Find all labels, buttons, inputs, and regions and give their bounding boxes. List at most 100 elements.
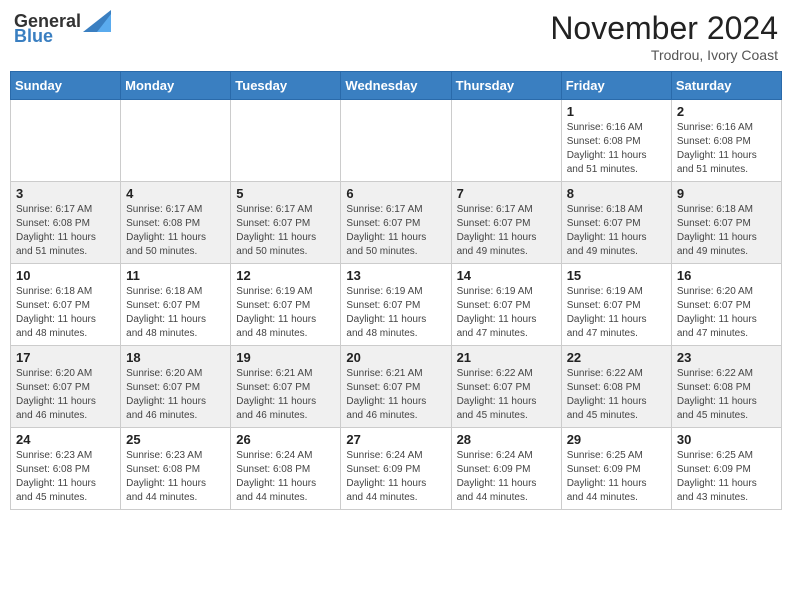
calendar-cell <box>121 100 231 182</box>
calendar-week-1: 1 Sunrise: 6:16 AM Sunset: 6:08 PM Daylig… <box>11 100 782 182</box>
calendar-cell: 23 Sunrise: 6:22 AM Sunset: 6:08 PM Dayli… <box>671 346 781 428</box>
calendar-week-5: 24 Sunrise: 6:23 AM Sunset: 6:08 PM Dayli… <box>11 428 782 510</box>
page-header: General Blue November 2024 Trodrou, Ivor… <box>10 10 782 63</box>
calendar-cell: 10Sunrise: 6:18 AM Sunset: 6:07 PM Dayli… <box>11 264 121 346</box>
calendar-cell: 20 Sunrise: 6:21 AM Sunset: 6:07 PM Dayli… <box>341 346 451 428</box>
calendar-cell: 2Sunrise: 6:16 AM Sunset: 6:08 PM Daylig… <box>671 100 781 182</box>
day-info: Sunrise: 6:17 AM Sunset: 6:07 PM Dayligh… <box>346 203 445 259</box>
day-info: Sunrise: 6:22 AM Sunset: 6:08 PM Dayligh… <box>567 367 666 423</box>
day-number: 8 <box>567 186 666 201</box>
day-info: Sunrise: 6:17 AM Sunset: 6:07 PM Dayligh… <box>236 203 335 259</box>
day-info: Sunrise: 6:21 AM Sunset: 6:07 PM Dayligh… <box>346 367 445 423</box>
day-number: 18 <box>126 350 225 365</box>
calendar-cell: 22 Sunrise: 6:22 AM Sunset: 6:08 PM Dayli… <box>561 346 671 428</box>
day-number: 28 <box>457 432 556 447</box>
day-info: Sunrise: 6:25 AM Sunset: 6:09 PM Dayligh… <box>567 449 666 505</box>
location: Trodrou, Ivory Coast <box>550 47 778 63</box>
col-sunday: Sunday <box>11 72 121 100</box>
day-info: Sunrise: 6:20 AM Sunset: 6:07 PM Dayligh… <box>677 285 776 341</box>
col-monday: Monday <box>121 72 231 100</box>
title-section: November 2024 Trodrou, Ivory Coast <box>550 10 778 63</box>
day-number: 11 <box>126 268 225 283</box>
logo-icon <box>83 10 111 32</box>
col-saturday: Saturday <box>671 72 781 100</box>
logo-blue: Blue <box>14 26 53 47</box>
calendar-cell: 4 Sunrise: 6:17 AM Sunset: 6:08 PM Daylig… <box>121 182 231 264</box>
day-info: Sunrise: 6:20 AM Sunset: 6:07 PM Dayligh… <box>16 367 115 423</box>
day-number: 5 <box>236 186 335 201</box>
day-info: Sunrise: 6:23 AM Sunset: 6:08 PM Dayligh… <box>126 449 225 505</box>
day-info: Sunrise: 6:22 AM Sunset: 6:08 PM Dayligh… <box>677 367 776 423</box>
calendar-cell: 21Sunrise: 6:22 AM Sunset: 6:07 PM Dayli… <box>451 346 561 428</box>
col-wednesday: Wednesday <box>341 72 451 100</box>
calendar-cell: 15Sunrise: 6:19 AM Sunset: 6:07 PM Dayli… <box>561 264 671 346</box>
calendar-cell <box>231 100 341 182</box>
day-number: 20 <box>346 350 445 365</box>
day-info: Sunrise: 6:19 AM Sunset: 6:07 PM Dayligh… <box>567 285 666 341</box>
calendar-cell: 19Sunrise: 6:21 AM Sunset: 6:07 PM Dayli… <box>231 346 341 428</box>
day-info: Sunrise: 6:24 AM Sunset: 6:08 PM Dayligh… <box>236 449 335 505</box>
day-info: Sunrise: 6:23 AM Sunset: 6:08 PM Dayligh… <box>16 449 115 505</box>
calendar-cell: 12 Sunrise: 6:19 AM Sunset: 6:07 PM Dayli… <box>231 264 341 346</box>
calendar-cell: 30 Sunrise: 6:25 AM Sunset: 6:09 PM Dayli… <box>671 428 781 510</box>
calendar-cell: 29 Sunrise: 6:25 AM Sunset: 6:09 PM Dayli… <box>561 428 671 510</box>
day-number: 30 <box>677 432 776 447</box>
day-number: 4 <box>126 186 225 201</box>
calendar-week-4: 17 Sunrise: 6:20 AM Sunset: 6:07 PM Dayli… <box>11 346 782 428</box>
day-number: 10 <box>16 268 115 283</box>
calendar-cell: 1 Sunrise: 6:16 AM Sunset: 6:08 PM Daylig… <box>561 100 671 182</box>
day-number: 9 <box>677 186 776 201</box>
day-info: Sunrise: 6:21 AM Sunset: 6:07 PM Dayligh… <box>236 367 335 423</box>
day-number: 12 <box>236 268 335 283</box>
calendar-cell <box>11 100 121 182</box>
calendar-cell: 16 Sunrise: 6:20 AM Sunset: 6:07 PM Dayli… <box>671 264 781 346</box>
day-number: 16 <box>677 268 776 283</box>
calendar-cell: 11Sunrise: 6:18 AM Sunset: 6:07 PM Dayli… <box>121 264 231 346</box>
day-number: 29 <box>567 432 666 447</box>
day-info: Sunrise: 6:17 AM Sunset: 6:07 PM Dayligh… <box>457 203 556 259</box>
calendar-cell: 18Sunrise: 6:20 AM Sunset: 6:07 PM Dayli… <box>121 346 231 428</box>
day-info: Sunrise: 6:16 AM Sunset: 6:08 PM Dayligh… <box>567 121 666 177</box>
calendar-week-3: 10Sunrise: 6:18 AM Sunset: 6:07 PM Dayli… <box>11 264 782 346</box>
calendar-week-2: 3 Sunrise: 6:17 AM Sunset: 6:08 PM Daylig… <box>11 182 782 264</box>
calendar-cell: 6 Sunrise: 6:17 AM Sunset: 6:07 PM Daylig… <box>341 182 451 264</box>
calendar-cell: 26 Sunrise: 6:24 AM Sunset: 6:08 PM Dayli… <box>231 428 341 510</box>
col-friday: Friday <box>561 72 671 100</box>
day-info: Sunrise: 6:25 AM Sunset: 6:09 PM Dayligh… <box>677 449 776 505</box>
calendar-cell: 24 Sunrise: 6:23 AM Sunset: 6:08 PM Dayli… <box>11 428 121 510</box>
calendar-cell <box>451 100 561 182</box>
calendar-cell: 17 Sunrise: 6:20 AM Sunset: 6:07 PM Dayli… <box>11 346 121 428</box>
day-number: 22 <box>567 350 666 365</box>
day-number: 3 <box>16 186 115 201</box>
day-number: 13 <box>346 268 445 283</box>
calendar-cell: 9Sunrise: 6:18 AM Sunset: 6:07 PM Daylig… <box>671 182 781 264</box>
day-info: Sunrise: 6:19 AM Sunset: 6:07 PM Dayligh… <box>457 285 556 341</box>
day-info: Sunrise: 6:19 AM Sunset: 6:07 PM Dayligh… <box>236 285 335 341</box>
calendar-cell: 27Sunrise: 6:24 AM Sunset: 6:09 PM Dayli… <box>341 428 451 510</box>
day-info: Sunrise: 6:17 AM Sunset: 6:08 PM Dayligh… <box>126 203 225 259</box>
day-number: 1 <box>567 104 666 119</box>
day-info: Sunrise: 6:17 AM Sunset: 6:08 PM Dayligh… <box>16 203 115 259</box>
day-info: Sunrise: 6:16 AM Sunset: 6:08 PM Dayligh… <box>677 121 776 177</box>
day-number: 14 <box>457 268 556 283</box>
day-info: Sunrise: 6:24 AM Sunset: 6:09 PM Dayligh… <box>346 449 445 505</box>
calendar-cell: 14 Sunrise: 6:19 AM Sunset: 6:07 PM Dayli… <box>451 264 561 346</box>
day-number: 23 <box>677 350 776 365</box>
day-number: 6 <box>346 186 445 201</box>
day-number: 26 <box>236 432 335 447</box>
day-number: 17 <box>16 350 115 365</box>
calendar-cell: 5 Sunrise: 6:17 AM Sunset: 6:07 PM Daylig… <box>231 182 341 264</box>
calendar-cell <box>341 100 451 182</box>
day-info: Sunrise: 6:22 AM Sunset: 6:07 PM Dayligh… <box>457 367 556 423</box>
logo: General Blue <box>14 10 111 47</box>
day-number: 24 <box>16 432 115 447</box>
day-info: Sunrise: 6:24 AM Sunset: 6:09 PM Dayligh… <box>457 449 556 505</box>
calendar-cell: 28 Sunrise: 6:24 AM Sunset: 6:09 PM Dayli… <box>451 428 561 510</box>
calendar-cell: 8Sunrise: 6:18 AM Sunset: 6:07 PM Daylig… <box>561 182 671 264</box>
col-tuesday: Tuesday <box>231 72 341 100</box>
calendar-cell: 25Sunrise: 6:23 AM Sunset: 6:08 PM Dayli… <box>121 428 231 510</box>
calendar-cell: 7Sunrise: 6:17 AM Sunset: 6:07 PM Daylig… <box>451 182 561 264</box>
day-info: Sunrise: 6:19 AM Sunset: 6:07 PM Dayligh… <box>346 285 445 341</box>
calendar-cell: 13 Sunrise: 6:19 AM Sunset: 6:07 PM Dayli… <box>341 264 451 346</box>
calendar-header-row: Sunday Monday Tuesday Wednesday Thursday… <box>11 72 782 100</box>
